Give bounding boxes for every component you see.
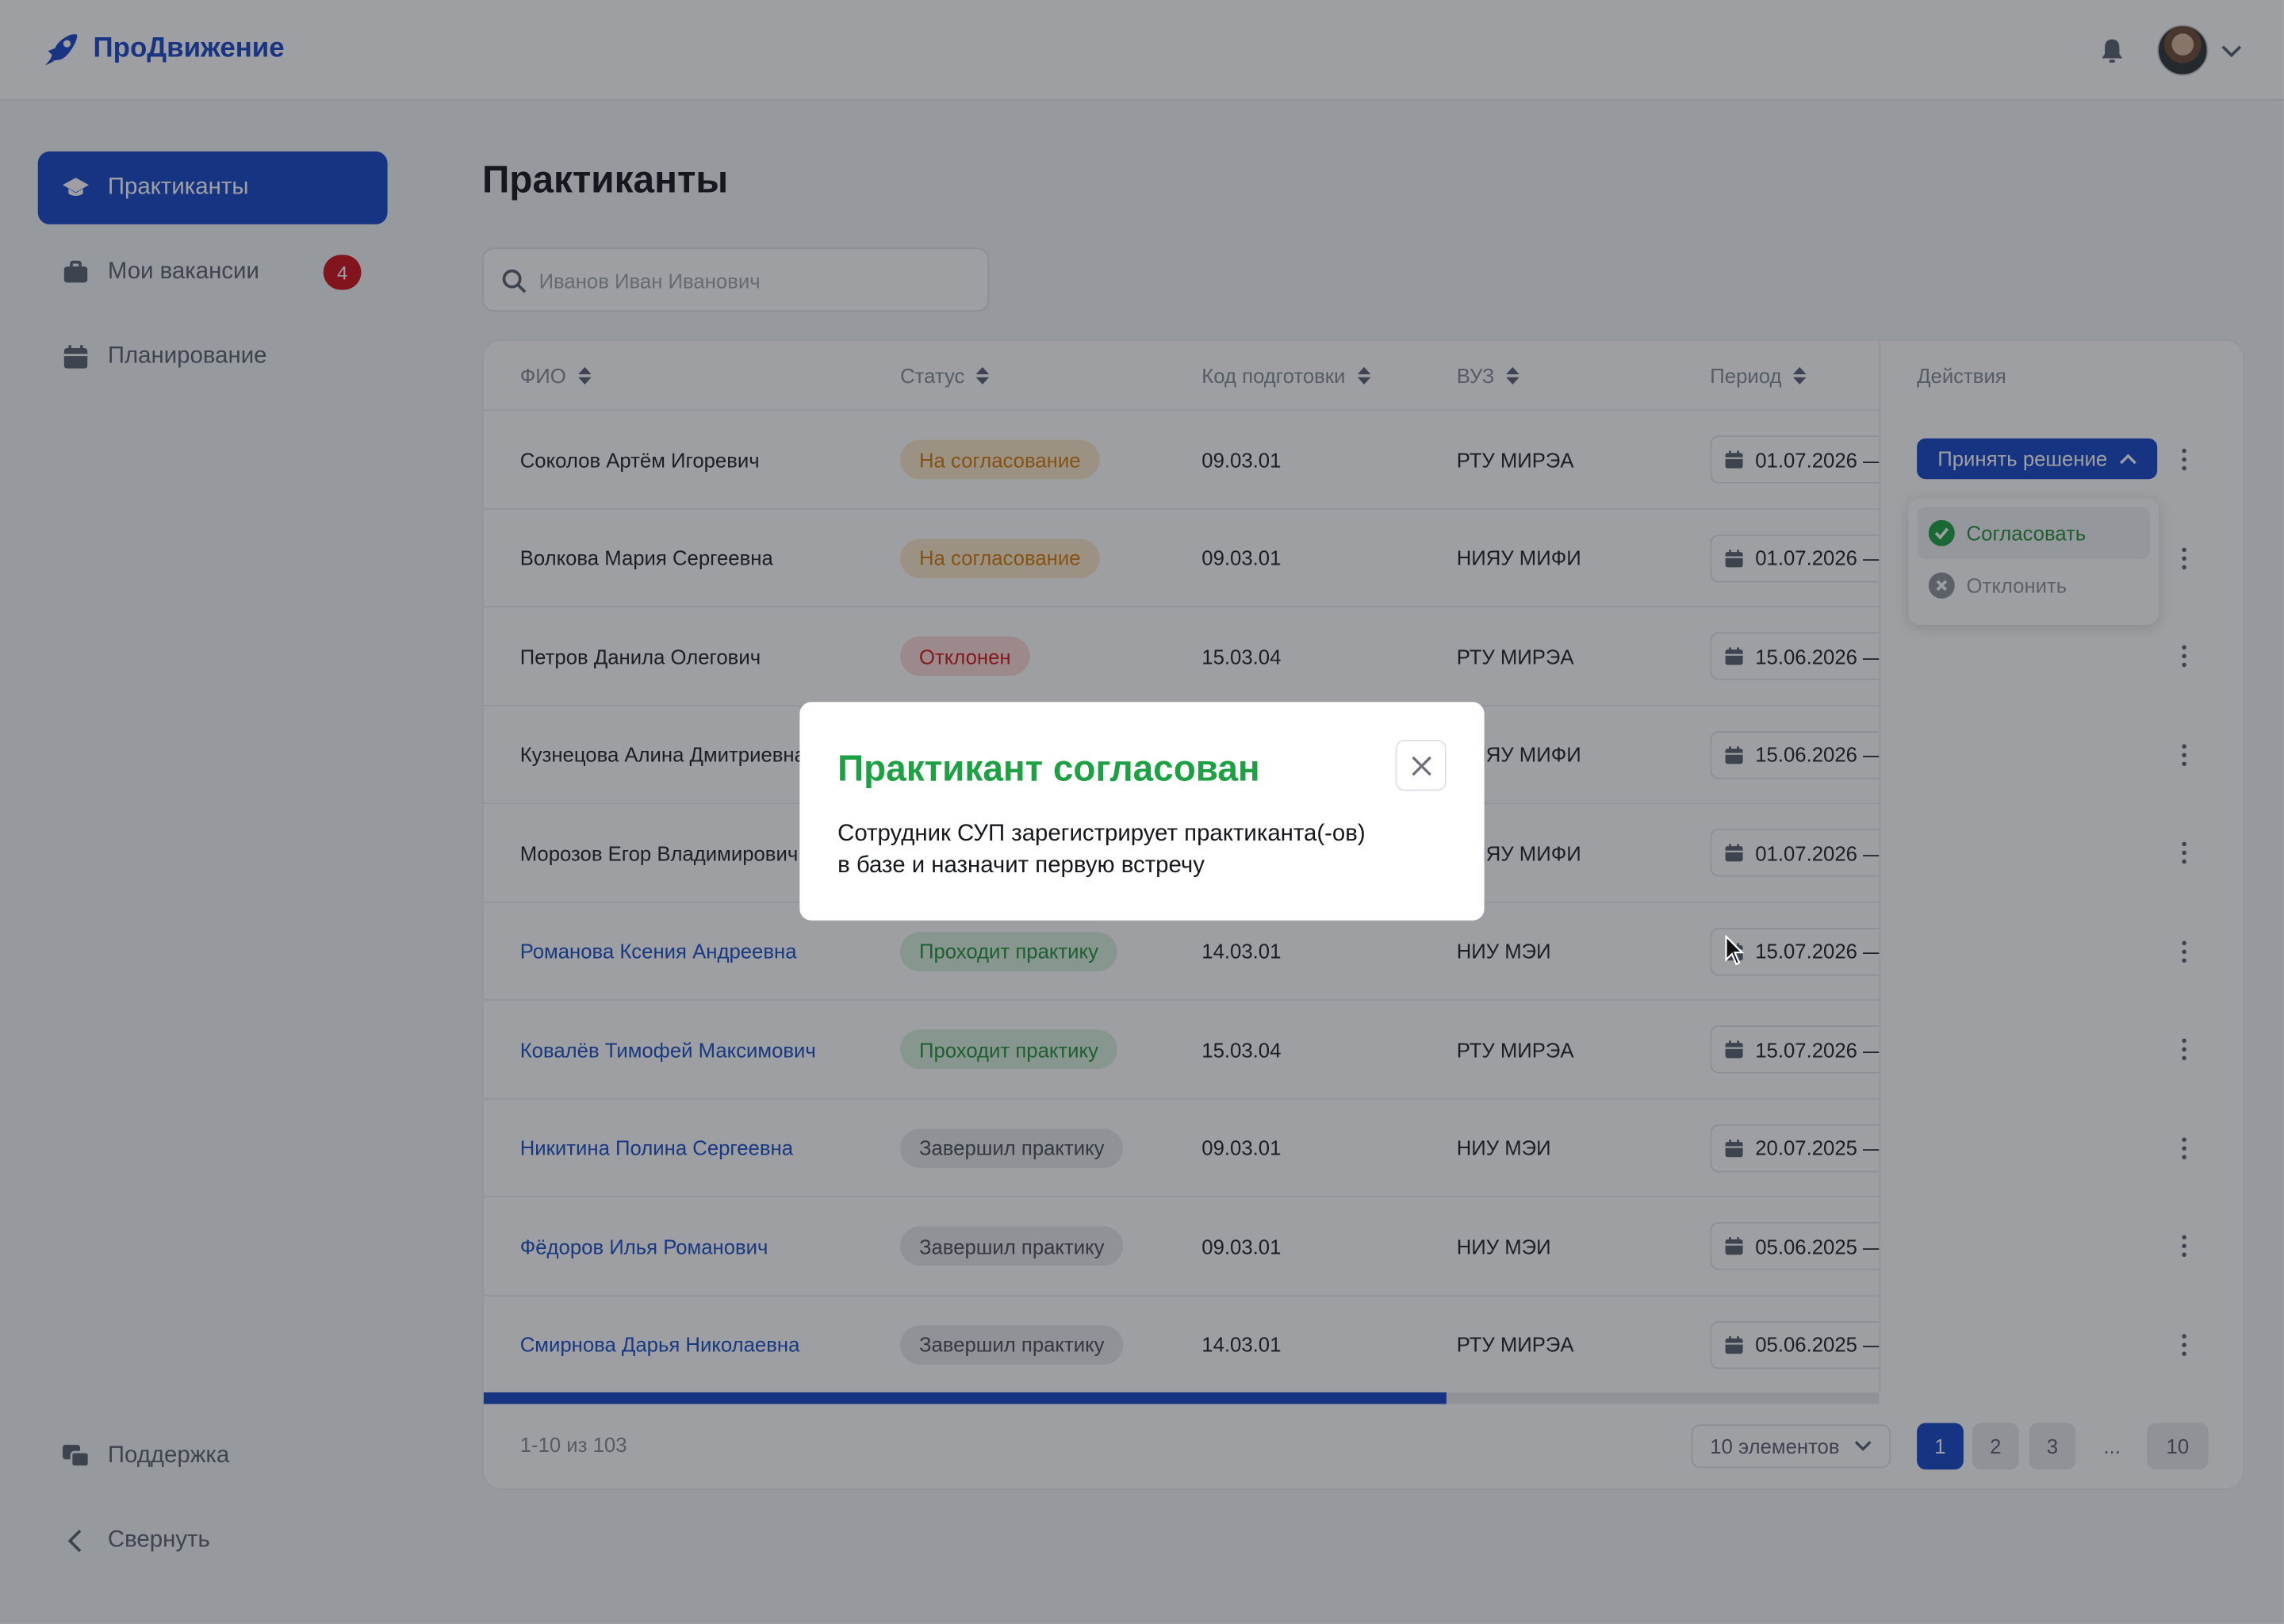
modal-title: Практикант согласован xyxy=(837,749,1260,790)
modal-message-line: Сотрудник СУП зарегистрирует практиканта… xyxy=(837,821,1366,847)
mouse-cursor-icon xyxy=(1725,934,1746,975)
modal-message-line: в базе и назначит первую встречу xyxy=(837,853,1205,879)
app-root: ПроДвижение Практиканты Мои вакансии 4 П… xyxy=(0,0,2284,1624)
modal-message: Сотрудник СУП зарегистрирует практиканта… xyxy=(837,818,1449,883)
close-button[interactable] xyxy=(1395,740,1447,791)
success-modal: Практикант согласован Сотрудник СУП заре… xyxy=(799,702,1485,921)
close-icon xyxy=(1411,755,1431,776)
